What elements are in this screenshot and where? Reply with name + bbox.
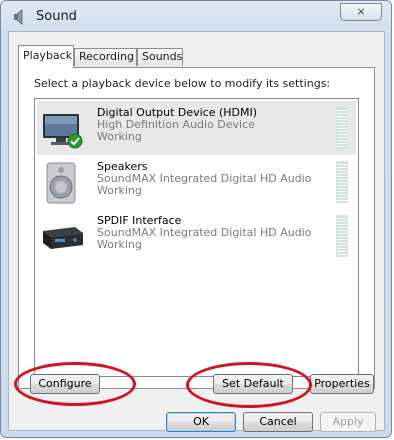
instruction-text: Select a playback device below to modify… (34, 77, 331, 90)
window-title: Sound (36, 9, 77, 24)
tab-playback[interactable]: Playback (18, 45, 74, 68)
default-check-icon (67, 133, 83, 149)
device-status: Working (97, 184, 142, 197)
device-status: Working (97, 238, 142, 251)
speaker-icon (14, 9, 23, 25)
speaker-icon (46, 162, 76, 204)
tab-label: Sounds (142, 50, 183, 63)
device-status: Working (97, 130, 142, 143)
volume-meter (336, 107, 348, 149)
tab-recording[interactable]: Recording (74, 48, 137, 66)
annotation-circle-configure (14, 362, 136, 406)
device-list[interactable]: Digital Output Device (HDMI) High Defini… (34, 98, 359, 377)
list-item-hdmi[interactable]: Digital Output Device (HDMI) High Defini… (37, 101, 356, 155)
close-button[interactable]: ⨯ (340, 3, 382, 21)
properties-button[interactable]: Properties (310, 374, 374, 394)
close-icon: ⨯ (356, 5, 366, 18)
tab-label: Playback (23, 49, 73, 62)
tab-sounds[interactable]: Sounds (137, 48, 183, 66)
playback-panel: Select a playback device below to modify… (18, 67, 375, 389)
volume-meter (336, 215, 348, 257)
tab-label: Recording (79, 50, 135, 63)
cancel-button[interactable]: Cancel (243, 412, 313, 432)
list-item-speakers[interactable]: Speakers SoundMAX Integrated Digital HD … (37, 155, 356, 209)
title-bar[interactable]: Sound ⨯ (1, 1, 391, 31)
apply-button[interactable]: Apply (320, 412, 376, 432)
volume-meter (336, 161, 348, 203)
list-item-spdif[interactable]: SPDIF Interface SoundMAX Integrated Digi… (37, 209, 356, 263)
annotation-circle-set-default (186, 362, 312, 408)
ok-button[interactable]: OK (166, 412, 236, 432)
spdif-receiver-icon (43, 227, 83, 249)
